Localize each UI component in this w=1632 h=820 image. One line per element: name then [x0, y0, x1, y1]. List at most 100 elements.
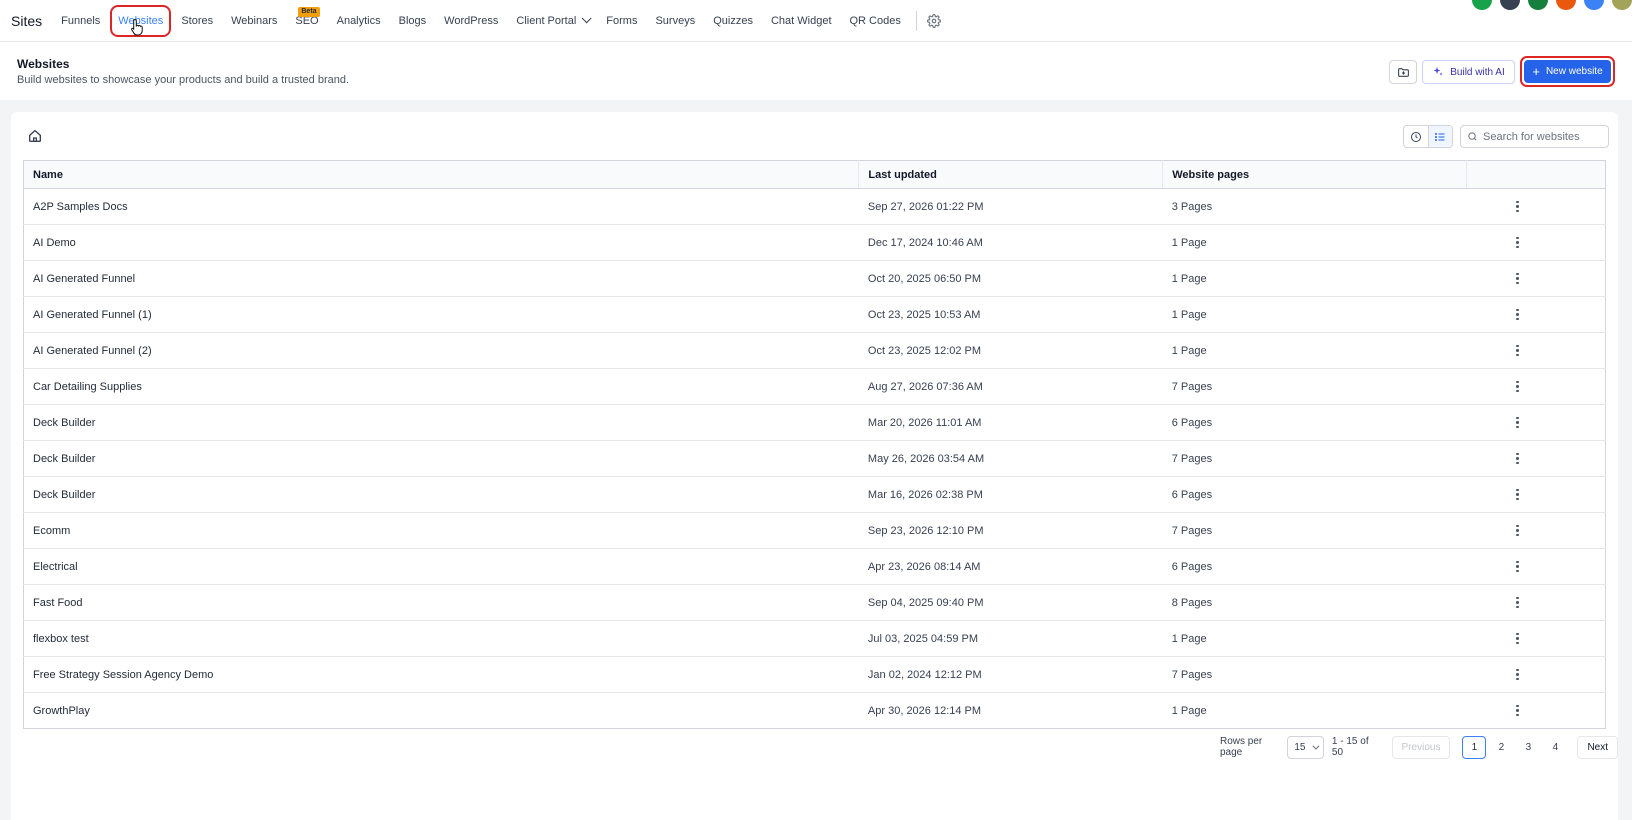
pagination-range: 1 - 15 of 50: [1331, 736, 1369, 758]
avatar[interactable]: [1528, 0, 1548, 10]
home-icon[interactable]: [27, 128, 43, 144]
nav-webinars[interactable]: Webinars: [222, 0, 286, 42]
rows-per-page-select[interactable]: 15: [1287, 735, 1324, 759]
website-name-cell[interactable]: GrowthPlay: [24, 693, 859, 729]
rows-per-page-label: Rows per page: [1220, 736, 1263, 758]
column-header-website-pages[interactable]: Website pages: [1162, 160, 1468, 189]
website-pages-cell: 7 Pages: [1162, 512, 1467, 549]
column-header-name[interactable]: Name: [23, 160, 860, 189]
table-row[interactable]: AI Generated Funnel Oct 20, 2025 06:50 PM…: [23, 260, 1606, 297]
plus-icon: +: [1532, 63, 1540, 79]
page-number-button[interactable]: 2: [1489, 736, 1513, 759]
recent-view-button[interactable]: [1404, 126, 1428, 147]
website-pages-cell: 7 Pages: [1162, 656, 1467, 693]
more-options-icon[interactable]: [1508, 593, 1528, 613]
table-row[interactable]: AI Generated Funnel (2) Oct 23, 2025 12:0…: [23, 332, 1606, 369]
avatar[interactable]: [1472, 0, 1492, 10]
new-folder-button[interactable]: [1389, 60, 1417, 84]
table-row[interactable]: Deck Builder Mar 20, 2026 11:01 AM 6 Pages: [23, 404, 1606, 441]
table-row[interactable]: Deck Builder May 26, 2026 03:54 AM 7 Pages: [23, 440, 1606, 477]
build-with-ai-button[interactable]: Build with AI: [1422, 60, 1515, 84]
row-actions-cell: [1466, 404, 1606, 441]
website-name-cell[interactable]: Ecomm: [23, 512, 859, 549]
page-number-button[interactable]: 1: [1462, 735, 1487, 759]
column-header-last-updated[interactable]: Last updated: [858, 160, 1164, 189]
website-name-cell[interactable]: Deck Builder: [23, 440, 859, 477]
nav-forms-label: Forms: [606, 14, 638, 27]
website-name-cell[interactable]: Electrical: [23, 548, 859, 585]
nav-wordpress[interactable]: WordPress: [435, 0, 507, 42]
more-options-icon[interactable]: [1508, 629, 1528, 649]
next-page-button[interactable]: Next: [1577, 735, 1618, 759]
more-options-icon[interactable]: [1508, 269, 1528, 289]
user-avatars[interactable]: [1464, 0, 1632, 10]
table-row[interactable]: Deck Builder Mar 16, 2026 02:38 PM 6 Pages: [23, 476, 1606, 513]
table-row[interactable]: Electrical Apr 23, 2026 08:14 AM 6 Pages: [23, 548, 1606, 585]
gear-icon[interactable]: [925, 12, 943, 30]
table-row[interactable]: AI Generated Funnel (1) Oct 23, 2025 10:5…: [23, 296, 1606, 333]
row-actions-cell: [1466, 332, 1606, 369]
last-updated-cell: May 26, 2026 03:54 AM: [858, 440, 1163, 477]
list-view-button[interactable]: [1427, 126, 1452, 147]
more-options-icon[interactable]: [1508, 521, 1528, 541]
page-number-button[interactable]: 4: [1543, 736, 1567, 759]
nav-chat-widget-label: Chat Widget: [770, 14, 832, 27]
more-options-icon[interactable]: [1508, 449, 1528, 469]
website-pages-cell: 1 Page: [1162, 260, 1467, 297]
avatar[interactable]: [1556, 0, 1576, 10]
more-options-icon[interactable]: [1508, 557, 1528, 577]
nav-qr-codes[interactable]: QR Codes: [841, 0, 910, 42]
rows-per-page-value: 15: [1294, 741, 1306, 753]
avatar[interactable]: [1500, 0, 1520, 10]
nav-funnels[interactable]: Funnels: [52, 0, 109, 42]
more-options-icon[interactable]: [1508, 377, 1528, 397]
search-input[interactable]: [1483, 130, 1603, 143]
table-row[interactable]: Car Detailing Supplies Aug 27, 2026 07:36…: [23, 368, 1606, 405]
nav-stores[interactable]: Stores: [172, 0, 222, 42]
more-options-icon[interactable]: [1508, 413, 1528, 433]
previous-page-button[interactable]: Previous: [1391, 735, 1451, 759]
last-updated-cell: Mar 20, 2026 11:01 AM: [858, 404, 1163, 441]
website-name-cell[interactable]: AI Demo: [23, 224, 859, 261]
row-actions-cell: [1466, 368, 1606, 405]
website-name-cell[interactable]: Deck Builder: [23, 476, 859, 513]
more-options-icon[interactable]: [1508, 485, 1528, 505]
website-name-cell[interactable]: AI Generated Funnel (1): [23, 296, 859, 333]
view-toggle: [1403, 125, 1453, 148]
more-options-icon[interactable]: [1508, 197, 1528, 217]
more-options-icon[interactable]: [1508, 233, 1528, 253]
more-options-icon[interactable]: [1508, 341, 1528, 361]
nav-forms[interactable]: Forms: [597, 0, 646, 42]
nav-blogs[interactable]: Blogs: [390, 0, 436, 42]
table-row[interactable]: Free Strategy Session Agency Demo Jan 02,…: [23, 656, 1606, 693]
nav-divider: [915, 10, 917, 31]
nav-client-portal[interactable]: Client Portal: [507, 0, 597, 42]
website-name-cell[interactable]: Fast Food: [23, 584, 859, 621]
table-row[interactable]: AI Demo Dec 17, 2024 10:46 AM 1 Page: [23, 224, 1606, 261]
nav-surveys[interactable]: Surveys: [646, 0, 704, 42]
avatar[interactable]: [1584, 0, 1604, 10]
page-number-button[interactable]: 3: [1516, 736, 1540, 759]
more-options-icon[interactable]: [1508, 701, 1528, 721]
table-row[interactable]: Fast Food Sep 04, 2025 09:40 PM 8 Pages: [23, 584, 1606, 621]
more-options-icon[interactable]: [1508, 305, 1528, 325]
table-row[interactable]: Ecomm Sep 23, 2026 12:10 PM 7 Pages: [23, 512, 1606, 549]
website-name-cell[interactable]: A2P Samples Docs: [23, 188, 859, 225]
table-row[interactable]: flexbox test Jul 03, 2025 04:59 PM 1 Page: [23, 620, 1606, 657]
table-row[interactable]: A2P Samples Docs Sep 27, 2026 01:22 PM 3 P…: [23, 188, 1606, 225]
nav-analytics[interactable]: Analytics: [328, 0, 390, 42]
website-name-cell[interactable]: Car Detailing Supplies: [23, 368, 859, 405]
website-name-cell[interactable]: Deck Builder: [23, 404, 859, 441]
website-name-cell[interactable]: Free Strategy Session Agency Demo: [23, 656, 859, 693]
top-nav: Sites Funnels Websites Stores Webinars SEO Be…: [0, 0, 1632, 42]
new-website-button[interactable]: + New website: [1524, 60, 1611, 83]
nav-quizzes[interactable]: Quizzes: [704, 0, 762, 42]
nav-chat-widget[interactable]: Chat Widget: [762, 0, 841, 42]
more-options-icon[interactable]: [1508, 665, 1528, 685]
nav-seo[interactable]: SEO Beta: [286, 0, 327, 42]
website-name-cell[interactable]: AI Generated Funnel: [23, 260, 859, 297]
table-row[interactable]: GrowthPlay Apr 30, 2026 12:14 PM 1 Page: [24, 693, 1606, 729]
website-name-cell[interactable]: AI Generated Funnel (2): [23, 332, 859, 369]
avatar[interactable]: [1612, 0, 1632, 10]
website-name-cell[interactable]: flexbox test: [23, 620, 859, 657]
